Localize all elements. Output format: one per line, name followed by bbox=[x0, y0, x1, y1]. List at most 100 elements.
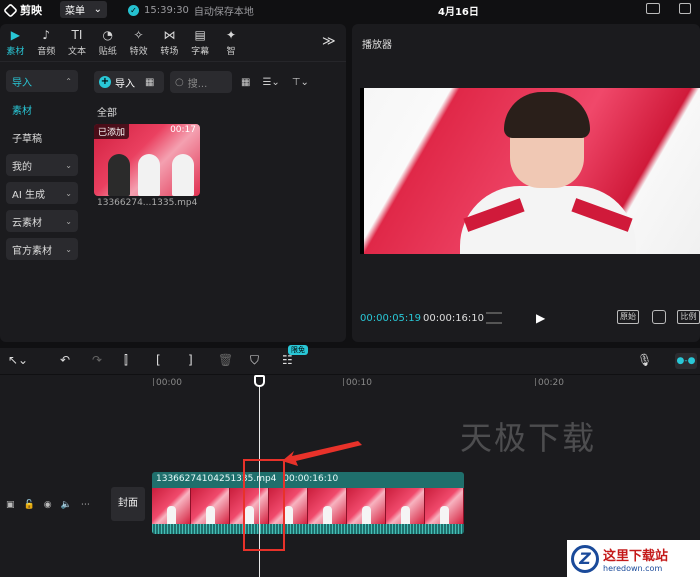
ruler-tick: 00:00 bbox=[153, 378, 182, 388]
side-nav: 导入 ⌃ 素材 子草稿 我的 ⌄ AI 生成 ⌄ 云素材 ⌄ 官方素材 ⌄ bbox=[0, 68, 84, 266]
thumb-figure bbox=[138, 154, 160, 196]
microphone-icon[interactable]: 🎙 bbox=[637, 353, 652, 367]
track-thumbnail-icon[interactable]: ▣ bbox=[6, 500, 15, 510]
more-icon[interactable]: ⋯ bbox=[81, 500, 90, 510]
timeline-clip[interactable]: 13366274104251335.mp4 00:00:16:10 bbox=[152, 472, 464, 534]
auto-caption-icon[interactable]: ☷ bbox=[282, 353, 293, 367]
tab-label: 转场 bbox=[160, 47, 179, 57]
ratio-button[interactable]: 比例 bbox=[677, 310, 700, 324]
chevron-down-icon: ⌄ bbox=[65, 244, 72, 254]
text-icon: TI bbox=[71, 28, 83, 42]
thumb-figure bbox=[108, 154, 130, 196]
chevron-down-icon: ⌄ bbox=[65, 216, 72, 226]
app-name: 剪映 bbox=[20, 4, 42, 17]
audio-icon: ♪ bbox=[42, 28, 51, 42]
tab-label: 智 bbox=[226, 47, 236, 57]
site-logo-mark-icon: Z bbox=[571, 544, 599, 573]
view-toggle-icon[interactable]: ▦ bbox=[238, 77, 253, 88]
menu-button[interactable]: 菜单 ⌄ bbox=[60, 1, 107, 18]
player-viewport[interactable] bbox=[360, 88, 700, 254]
search-input[interactable]: ○ 搜... bbox=[170, 71, 232, 93]
tab-3[interactable]: ◔ 贴纸 bbox=[92, 24, 123, 61]
delete-left-icon[interactable]: [ bbox=[156, 353, 161, 367]
chevron-down-icon: ⌄ bbox=[65, 188, 72, 198]
crop-fullscreen-icon[interactable] bbox=[652, 310, 666, 324]
player-title: 播放器 bbox=[362, 40, 392, 51]
sort-icon[interactable]: ☰⌄ bbox=[259, 77, 282, 88]
added-badge: 已添加 bbox=[94, 124, 130, 139]
window-layout-icon[interactable] bbox=[679, 3, 691, 14]
site-logo: Z 这里下载站 heredown.com bbox=[567, 540, 700, 577]
clip-track-duration: 00:00:16:10 bbox=[283, 474, 339, 484]
watermark-text: 天极下载 bbox=[460, 419, 597, 457]
timeline-toolbar: ↖⌄ ↶ ↷ ⫿ [ ] 🗑 ⛉ ☷ 限免 🎙 ●-● bbox=[0, 345, 700, 374]
side-nav-label: AI 生成 bbox=[12, 189, 45, 201]
media-toolbar: + 导入 ▦ ○ 搜... ▦ ☰⌄ ⊤⌄ bbox=[94, 71, 312, 93]
filmstrip-frame bbox=[152, 488, 191, 524]
side-nav-label: 官方素材 bbox=[12, 245, 52, 257]
playhead-handle[interactable] bbox=[254, 375, 265, 387]
annotation-highlight-box bbox=[243, 459, 285, 551]
section-all-label: 全部 bbox=[97, 108, 117, 119]
media-panel: ▶ 素材 ♪ 音频 TI 文本 ◔ 贴纸 ✧ 特效 ⋈ 转场 ▤ 字幕 ✦ 智 ≫ 导入 ⌃ 素材 子草稿 我的 ⌄ AI… bbox=[0, 24, 346, 342]
time-ruler[interactable]: 00:00 00:10 00:20 bbox=[152, 375, 700, 391]
tab-label: 素材 bbox=[6, 47, 25, 57]
feature-tabs: ▶ 素材 ♪ 音频 TI 文本 ◔ 贴纸 ✧ 特效 ⋈ 转场 ▤ 字幕 ✦ 智 bbox=[0, 24, 346, 62]
clip-filmstrip bbox=[152, 488, 464, 524]
filter-icon[interactable]: ⊤⌄ bbox=[289, 77, 312, 88]
timecode-current: 00:00:05:19 bbox=[360, 313, 422, 324]
side-nav-item-0[interactable]: 导入 ⌃ bbox=[6, 70, 78, 92]
search-placeholder: 搜... bbox=[187, 78, 208, 90]
redo-icon[interactable]: ↷ bbox=[92, 353, 102, 367]
save-status: ✓ 15:39:30 自动保存本地 bbox=[128, 3, 254, 18]
waveform-grid-icon[interactable] bbox=[486, 312, 502, 324]
delete-right-icon[interactable]: ] bbox=[188, 353, 193, 367]
tab-0[interactable]: ▶ 素材 bbox=[0, 24, 31, 61]
thumb-figure bbox=[172, 154, 194, 196]
chevron-up-icon: ⌃ bbox=[65, 76, 72, 86]
lock-icon[interactable]: 🔓 bbox=[24, 500, 35, 510]
save-text: 自动保存本地 bbox=[193, 7, 254, 18]
main-track-magnet-icon[interactable]: ●-● bbox=[675, 353, 697, 369]
import-button[interactable]: + 导入 ▦ bbox=[94, 71, 164, 93]
free-badge: 限免 bbox=[288, 345, 308, 355]
select-cursor-icon[interactable]: ↖⌄ bbox=[8, 353, 28, 367]
filmstrip-frame bbox=[308, 488, 347, 524]
cover-button[interactable]: 封面 bbox=[111, 487, 145, 521]
tab-4[interactable]: ✧ 特效 bbox=[123, 24, 154, 61]
volume-icon[interactable]: 🔈 bbox=[61, 500, 72, 510]
side-nav-item-5[interactable]: 云素材 ⌄ bbox=[6, 210, 78, 232]
app-logo: 剪映 bbox=[3, 2, 42, 18]
tab-2[interactable]: TI 文本 bbox=[62, 24, 93, 61]
side-nav-label: 我的 bbox=[12, 161, 32, 173]
split-icon[interactable]: ⫿ bbox=[124, 353, 128, 368]
title-bar: 剪映 菜单 ⌄ ✓ 15:39:30 自动保存本地 4月16日 bbox=[0, 0, 700, 20]
side-nav-item-1[interactable]: 素材 bbox=[6, 98, 78, 120]
play-button[interactable]: ▶ bbox=[536, 311, 545, 325]
keyboard-shortcut-icon[interactable] bbox=[646, 3, 660, 14]
tabs-more-icon[interactable]: ≫ bbox=[322, 34, 336, 49]
tab-1[interactable]: ♪ 音频 bbox=[31, 24, 62, 61]
tab-6[interactable]: ▤ 字幕 bbox=[185, 24, 216, 61]
clip-filename: 13366274...1335.mp4 bbox=[97, 198, 198, 208]
effects-icon: ✧ bbox=[133, 28, 144, 42]
shield-marker-icon[interactable]: ⛉ bbox=[250, 353, 259, 368]
annotation-arrow bbox=[282, 441, 362, 466]
eye-icon[interactable]: ◉ bbox=[44, 500, 52, 510]
tab-label: 特效 bbox=[129, 47, 148, 57]
tab-5[interactable]: ⋈ 转场 bbox=[154, 24, 185, 61]
original-button[interactable]: 原始 bbox=[617, 310, 639, 324]
track-controls: ▣ 🔓 ◉ 🔈 ⋯ bbox=[0, 472, 110, 538]
media-clip-card[interactable]: 已添加 00:17 bbox=[94, 124, 200, 196]
side-nav-item-3[interactable]: 我的 ⌄ bbox=[6, 154, 78, 176]
ruler-tick: 00:10 bbox=[343, 378, 372, 388]
side-nav-item-2[interactable]: 子草稿 bbox=[6, 126, 78, 148]
chevron-down-icon: ⌄ bbox=[65, 160, 72, 170]
undo-icon[interactable]: ↶ bbox=[60, 353, 70, 367]
side-nav-item-4[interactable]: AI 生成 ⌄ bbox=[6, 182, 78, 204]
qr-code-icon[interactable]: ▦ bbox=[145, 77, 154, 88]
trash-icon[interactable]: 🗑 bbox=[218, 353, 233, 367]
side-nav-item-6[interactable]: 官方素材 ⌄ bbox=[6, 238, 78, 260]
tab-7[interactable]: ✦ 智 bbox=[216, 24, 247, 61]
audio-waveform bbox=[152, 524, 464, 534]
